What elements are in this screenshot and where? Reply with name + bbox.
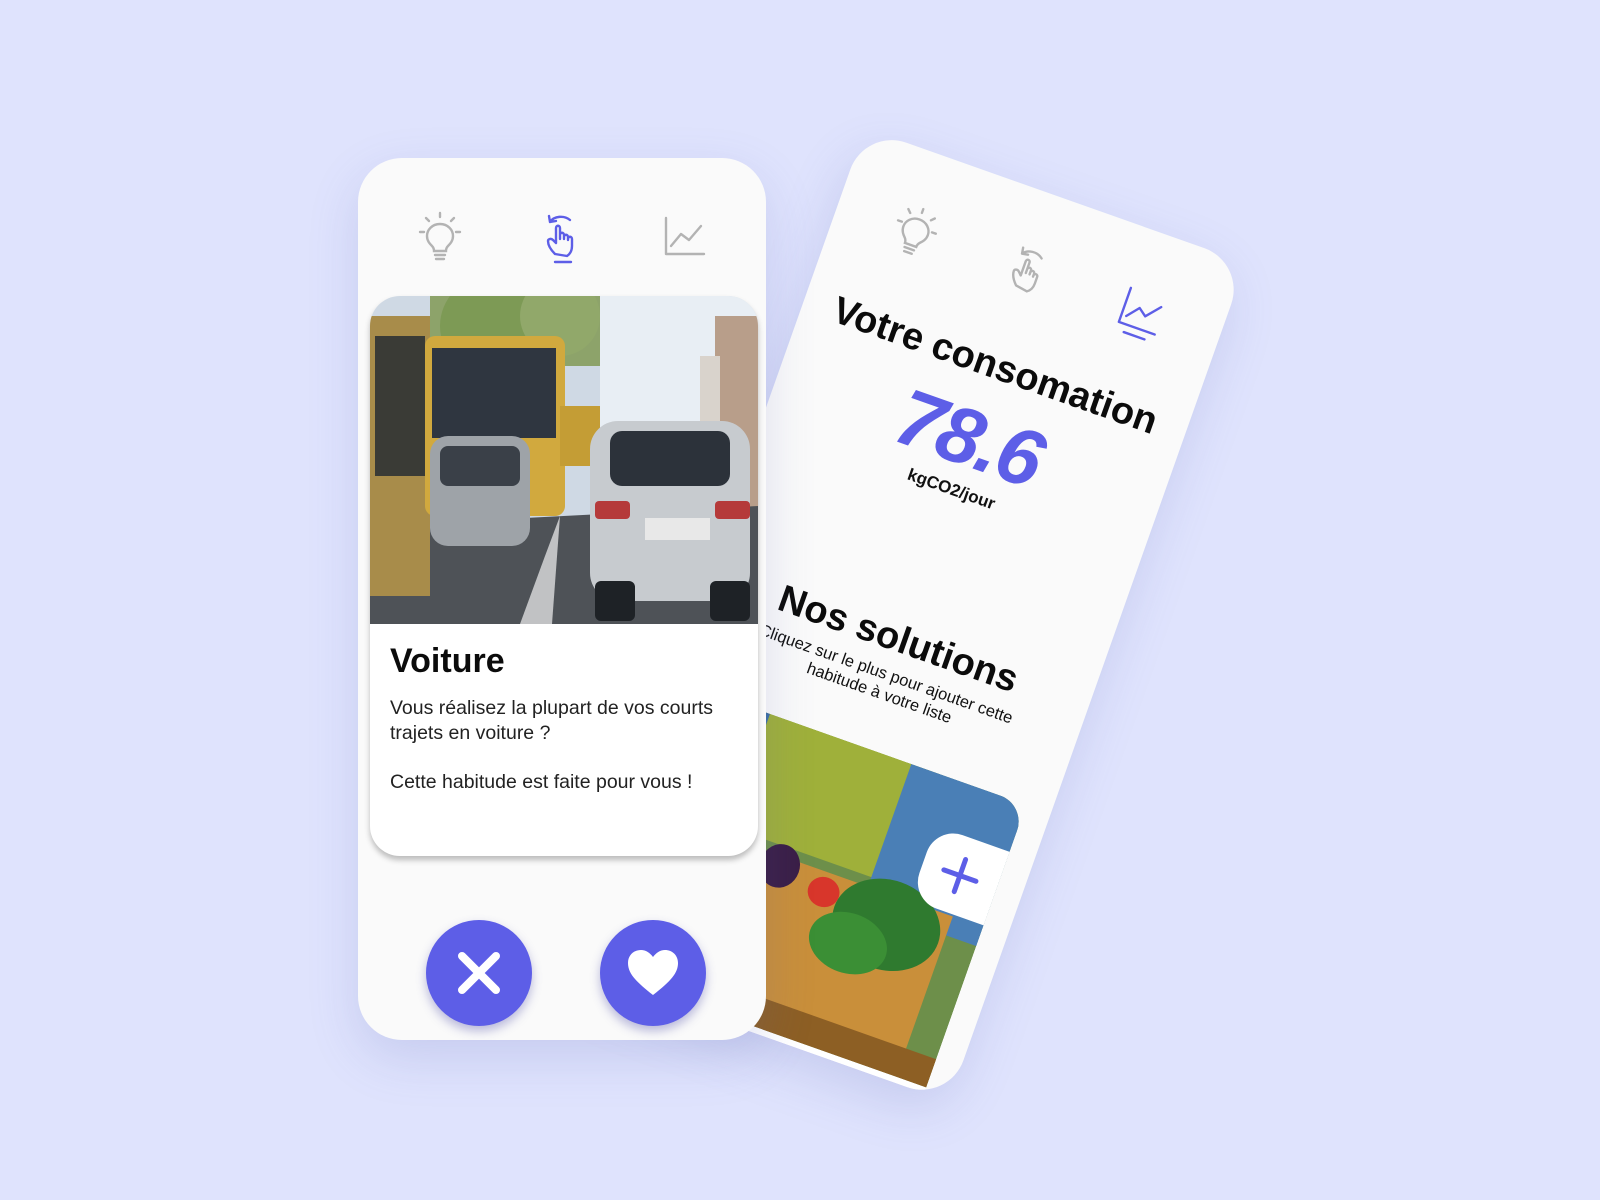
- top-nav: [358, 210, 766, 270]
- chart-line-icon: [1117, 286, 1163, 341]
- swipe-screen: Voiture Vous réalisez la plupart de vos …: [358, 158, 766, 1040]
- close-x-icon: [458, 952, 500, 994]
- nav-tips[interactable]: [414, 210, 466, 266]
- habit-cta: Cette habitude est faite pour vous !: [390, 771, 693, 793]
- traffic-cars-photo: [370, 296, 758, 624]
- chart-line-icon: [664, 216, 706, 256]
- nav-swipe[interactable]: [536, 210, 588, 266]
- habit-question: Vous réalisez la plupart de vos courts t…: [390, 697, 714, 744]
- habit-title: Voiture: [390, 642, 505, 680]
- nav-swipe[interactable]: [994, 238, 1062, 308]
- swipe-hand-icon: [1012, 246, 1043, 293]
- heart-icon: [628, 950, 678, 995]
- habit-card[interactable]: Voiture Vous réalisez la plupart de vos …: [370, 296, 758, 856]
- nav-stats[interactable]: [1107, 278, 1175, 348]
- habit-description: Vous réalisez la plupart de vos courts t…: [390, 696, 740, 819]
- swipe-hand-icon: [546, 214, 574, 264]
- like-button[interactable]: [600, 920, 706, 1026]
- dislike-button[interactable]: [426, 920, 532, 1026]
- lightbulb-icon: [418, 211, 462, 261]
- nav-tips[interactable]: [881, 198, 949, 268]
- lightbulb-icon: [896, 207, 937, 255]
- nav-stats[interactable]: [658, 210, 710, 266]
- plus-icon: [941, 857, 979, 895]
